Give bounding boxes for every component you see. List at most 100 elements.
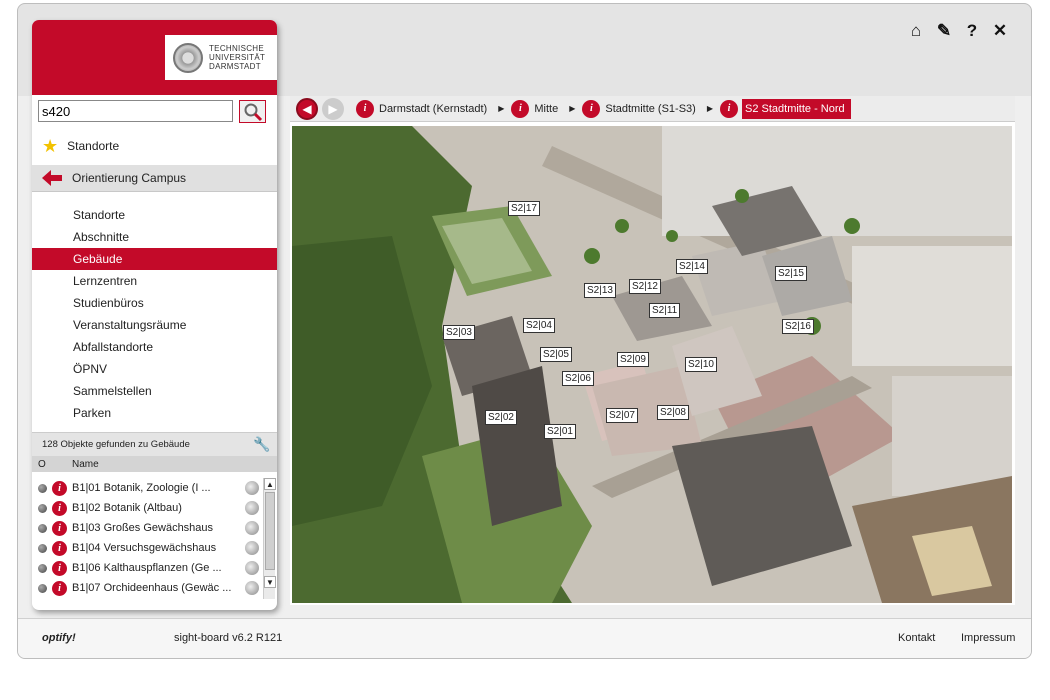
map-label[interactable]: S2|13 (584, 283, 616, 298)
map-label[interactable]: S2|02 (485, 410, 517, 425)
category-item[interactable]: Studienbüros (32, 292, 277, 314)
status-dot (38, 503, 47, 513)
breadcrumb-item[interactable]: i Mitte (511, 99, 562, 119)
locate-icon[interactable] (245, 521, 259, 535)
status-dot (38, 543, 47, 553)
back-arrow-icon (42, 170, 62, 186)
info-icon[interactable]: i (52, 560, 67, 576)
scroll-up-arrow-icon[interactable]: ▲ (264, 478, 276, 490)
map-label[interactable]: S2|12 (629, 279, 661, 294)
map-label[interactable]: S2|11 (649, 303, 681, 318)
category-item[interactable]: Veranstaltungsräume (32, 314, 277, 336)
results-list: i B1|01 Botanik, Zoologie (I ... i B1|02… (32, 478, 263, 598)
category-item[interactable]: Abschnitte (32, 226, 277, 248)
breadcrumb-separator-icon: ▶ (706, 104, 713, 113)
status-column-header[interactable]: O (32, 459, 72, 470)
footer-version: sight-board v6.2 R121 (174, 632, 283, 644)
app-frame: ⌂ ✎ ? ✕ TECHNISCHE UNIVERSITÄT DARMSTADT (17, 3, 1032, 659)
info-icon[interactable]: i (52, 500, 67, 516)
map-label[interactable]: S2|04 (523, 318, 555, 333)
list-item[interactable]: i B1|04 Versuchsgewächshaus (32, 538, 263, 558)
magnifier-icon (244, 103, 262, 121)
map-label[interactable]: S2|09 (617, 352, 649, 367)
locate-icon[interactable] (245, 561, 259, 575)
search-row (38, 100, 274, 124)
map-label[interactable]: S2|10 (685, 357, 717, 372)
item-name: B1|06 Kalthauspflanzen (Ge ... (72, 562, 222, 574)
category-item[interactable]: ÖPNV (32, 358, 277, 380)
breadcrumb-item-current[interactable]: S2 Stadtmitte - Nord (742, 98, 851, 119)
brand-header: TECHNISCHE UNIVERSITÄT DARMSTADT (32, 20, 277, 95)
info-icon[interactable]: i (52, 520, 67, 536)
breadcrumb-label: Darmstadt (Kernstadt) (379, 102, 488, 115)
map-label[interactable]: S2|07 (606, 408, 638, 423)
results-scrollbar[interactable]: ▲ ▼ (263, 478, 276, 599)
info-icon[interactable]: i (356, 99, 374, 118)
close-icon[interactable]: ✕ (991, 21, 1009, 40)
footer-brand[interactable]: optify! (42, 632, 76, 644)
search-input[interactable] (38, 100, 233, 122)
category-list: Standorte Abschnitte Gebäude Lernzentren… (32, 204, 277, 424)
info-icon[interactable]: i (720, 99, 738, 118)
map-label[interactable]: S2|05 (540, 347, 572, 362)
orientation-campus-row[interactable]: Orientierung Campus (32, 165, 277, 192)
locate-icon[interactable] (245, 581, 259, 595)
wrench-icon[interactable]: 🔧 (253, 436, 271, 454)
imprint-link[interactable]: Impressum (961, 632, 1015, 644)
tools-icon[interactable]: ✎ (935, 21, 953, 40)
category-item[interactable]: Lernzentren (32, 270, 277, 292)
logo-line: TECHNISCHE (209, 44, 265, 53)
item-name: B1|03 Großes Gewächshaus (72, 522, 214, 534)
name-column-header[interactable]: Name (72, 459, 99, 470)
footer: optify! sight-board v6.2 R121 Kontakt Im… (18, 618, 1031, 658)
map-label[interactable]: S2|16 (782, 319, 814, 334)
campus-3d-map[interactable]: S2|17 S2|14 S2|15 S2|13 S2|12 S2|11 S2|1… (292, 126, 1012, 603)
breadcrumb-item[interactable]: i Darmstadt (Kernstadt) (356, 99, 491, 119)
list-item[interactable]: i B1|06 Kalthauspflanzen (Ge ... (32, 558, 263, 578)
map-label[interactable]: S2|17 (508, 201, 540, 216)
map-label[interactable]: S2|01 (544, 424, 576, 439)
contact-link[interactable]: Kontakt (898, 632, 935, 644)
map-label[interactable]: S2|06 (562, 371, 594, 386)
category-item[interactable]: Standorte (32, 204, 277, 226)
breadcrumb-label: Stadtmitte (S1-S3) (605, 102, 696, 115)
breadcrumb-separator-icon: ▶ (498, 104, 505, 113)
info-icon[interactable]: i (511, 99, 530, 118)
help-icon[interactable]: ? (963, 21, 981, 40)
category-item-selected[interactable]: Gebäude (32, 248, 277, 270)
locate-icon[interactable] (245, 481, 259, 495)
breadcrumb-label: Mitte (534, 102, 559, 115)
forward-button[interactable]: ▶ (322, 97, 344, 120)
locate-icon[interactable] (245, 541, 259, 555)
list-item[interactable]: i B1|02 Botanik (Altbau) (32, 498, 263, 518)
locate-icon[interactable] (245, 501, 259, 515)
category-item[interactable]: Parken (32, 402, 277, 424)
results-header: O Name (32, 456, 277, 472)
logo-text: TECHNISCHE UNIVERSITÄT DARMSTADT (209, 44, 265, 71)
search-button[interactable] (239, 100, 266, 123)
breadcrumb-item[interactable]: i Stadtmitte (S1-S3) (582, 99, 699, 119)
list-item[interactable]: i B1|03 Großes Gewächshaus (32, 518, 263, 538)
breadcrumb-bar: ◀ ▶ i Darmstadt (Kernstadt) ▶ i Mitte ▶ … (290, 96, 1015, 122)
category-item[interactable]: Sammelstellen (32, 380, 277, 402)
info-icon[interactable]: i (582, 99, 601, 118)
scroll-thumb[interactable] (265, 492, 275, 570)
list-item[interactable]: i B1|07 Orchideenhaus (Gewäc ... (32, 578, 263, 598)
info-icon[interactable]: i (52, 540, 67, 556)
home-icon[interactable]: ⌂ (907, 21, 925, 40)
logo-line: DARMSTADT (209, 62, 261, 71)
map-label[interactable]: S2|14 (676, 259, 708, 274)
star-icon: ★ (42, 135, 59, 156)
logo-line: UNIVERSITÄT (209, 53, 266, 62)
back-button[interactable]: ◀ (296, 97, 318, 120)
list-item[interactable]: i B1|01 Botanik, Zoologie (I ... (32, 478, 263, 498)
map-label[interactable]: S2|03 (443, 325, 475, 340)
scroll-down-arrow-icon[interactable]: ▼ (264, 576, 276, 588)
university-seal-icon (173, 42, 203, 73)
map-label[interactable]: S2|08 (657, 405, 689, 420)
favorites-row[interactable]: ★ Standorte (32, 133, 277, 159)
info-icon[interactable]: i (52, 480, 67, 496)
info-icon[interactable]: i (52, 580, 67, 596)
category-item[interactable]: Abfallstandorte (32, 336, 277, 358)
map-label[interactable]: S2|15 (775, 266, 807, 281)
